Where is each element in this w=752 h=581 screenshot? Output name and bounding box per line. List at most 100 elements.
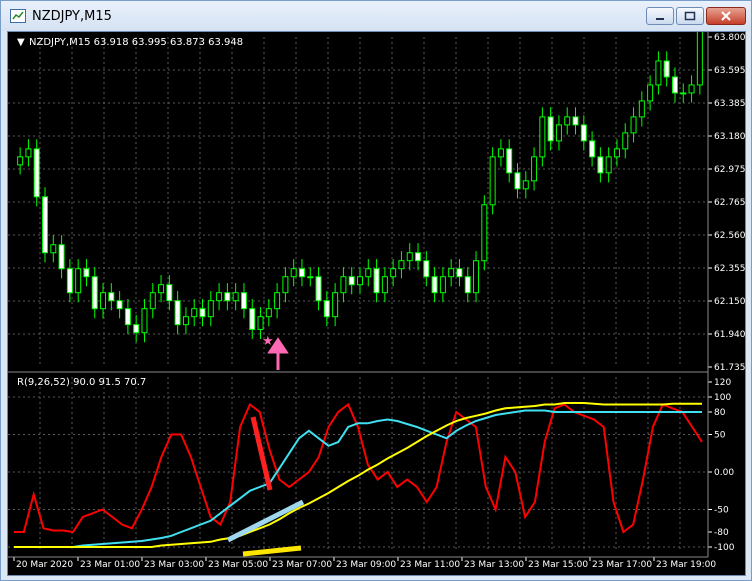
time-tick-label: 23 Mar 09:00 <box>336 560 396 570</box>
indicator-series-line <box>14 409 702 548</box>
candle-body <box>216 292 223 302</box>
candle-body <box>66 268 73 294</box>
indicator-tick-label: 0.00 <box>714 468 734 478</box>
candle-body <box>555 124 562 142</box>
candle-body <box>580 124 587 142</box>
chart-area[interactable]: 63.800 63.595 63.385 63.180 62.975 62.765 62.5… <box>7 31 746 576</box>
candle-body <box>274 292 281 310</box>
time-tick-label: 23 Mar 17:00 <box>592 560 652 570</box>
candle-body <box>671 76 678 94</box>
candle-body <box>75 268 82 294</box>
candle-body <box>655 60 662 86</box>
time-tick-label: 23 Mar 01:00 <box>80 560 140 570</box>
indicator-axis: 120 100 80 50 0.00 -50 -80 -100 <box>708 378 735 553</box>
candle-body <box>696 32 703 86</box>
candle-body <box>174 300 181 326</box>
drawn-yellow-line[interactable] <box>242 545 302 557</box>
price-tick-label: 62.765 <box>714 198 745 208</box>
candle-body <box>50 244 57 254</box>
price-tick-label: 63.385 <box>714 99 745 109</box>
indicator-tick-label: -80 <box>714 528 729 538</box>
chart-window-icon <box>10 9 26 23</box>
candle-body <box>257 316 264 330</box>
drawn-blue-line[interactable] <box>226 499 305 543</box>
candle-body <box>182 316 189 326</box>
price-tick-label: 62.355 <box>714 264 745 274</box>
price-tick-label: 63.595 <box>714 66 745 76</box>
candle-body <box>431 276 438 294</box>
candle-body <box>307 276 314 279</box>
candle-body <box>91 276 98 310</box>
minimize-icon <box>656 18 664 20</box>
candle-body <box>680 92 687 95</box>
candle-body <box>58 244 65 270</box>
candle-body <box>199 308 206 318</box>
candle-body <box>116 300 123 310</box>
candle-body <box>439 276 446 294</box>
candle-body <box>17 156 24 166</box>
candle-body <box>423 260 430 278</box>
time-tick-label: 23 Mar 11:00 <box>400 560 460 570</box>
candle-body <box>564 116 571 126</box>
candle-body <box>265 308 272 318</box>
maximize-button[interactable] <box>676 7 704 25</box>
time-tick-label: 23 Mar 19:00 <box>656 560 716 570</box>
candle-body <box>33 148 40 198</box>
candle-body <box>357 276 363 286</box>
candle-body <box>298 268 305 278</box>
minimize-button[interactable] <box>646 7 674 25</box>
candle-body <box>290 268 297 278</box>
candle-body <box>282 276 289 294</box>
candle-body <box>539 116 546 158</box>
candle-body <box>589 140 596 158</box>
maximize-icon <box>684 11 696 21</box>
candle-body <box>42 196 49 254</box>
window-title: NZDJPY,M15 <box>32 9 112 24</box>
time-tick-label: 23 Mar 07:00 <box>272 560 332 570</box>
chart-menu-icon[interactable]: ▼ <box>17 37 25 48</box>
indicator-tick-label: 120 <box>714 378 731 388</box>
candle-body <box>100 292 107 310</box>
candle-body <box>613 148 620 158</box>
candle-body <box>464 276 471 294</box>
price-axis: 63.800 63.595 63.385 63.180 62.975 62.765 62.5… <box>708 33 745 373</box>
candle-body <box>622 132 629 150</box>
candle-body <box>207 300 214 318</box>
price-tick-label: 62.975 <box>714 165 745 175</box>
candle-body <box>373 268 380 294</box>
candle-body <box>522 180 529 190</box>
candle-body <box>149 292 156 310</box>
candle-body <box>638 100 645 118</box>
price-tick-label: 63.180 <box>714 132 745 142</box>
candle-body <box>240 292 247 310</box>
candle-body <box>605 156 612 174</box>
indicator-grid <box>8 377 708 552</box>
indicator-lines <box>14 402 703 548</box>
indicator-tick-label: 50 <box>714 431 726 441</box>
indicator-tick-label: -100 <box>714 543 735 553</box>
close-button[interactable] <box>706 7 746 25</box>
price-grid <box>8 37 708 367</box>
candle-body <box>497 148 504 158</box>
time-axis: 20 Mar 2020 23 Mar 01:00 23 Mar 03:00 23 Ma… <box>13 557 716 570</box>
price-tick-label: 61.735 <box>714 363 745 373</box>
candle-body <box>688 84 695 94</box>
chart-canvas[interactable]: 63.800 63.595 63.385 63.180 62.975 62.765 62.5… <box>8 32 745 575</box>
price-tick-label: 61.940 <box>714 330 745 340</box>
candle-body <box>406 252 413 262</box>
indicator-tick-label: -50 <box>714 506 729 516</box>
candle-body <box>249 308 256 330</box>
candle-body <box>381 276 388 294</box>
drawn-red-line[interactable] <box>250 416 273 491</box>
candle-body <box>514 172 521 190</box>
candle-body <box>83 268 90 278</box>
candle-body <box>323 300 330 318</box>
candle-body <box>398 260 405 270</box>
time-tick-label: 23 Mar 03:00 <box>144 560 204 570</box>
candle-body <box>315 276 322 302</box>
window-title-bar[interactable]: NZDJPY,M15 <box>1 1 751 31</box>
price-header: NZDJPY,M15 63.918 63.995 63.873 63.948 <box>29 37 243 48</box>
candle-body <box>141 308 148 334</box>
candle-body <box>473 260 480 294</box>
candle-body <box>232 292 239 302</box>
